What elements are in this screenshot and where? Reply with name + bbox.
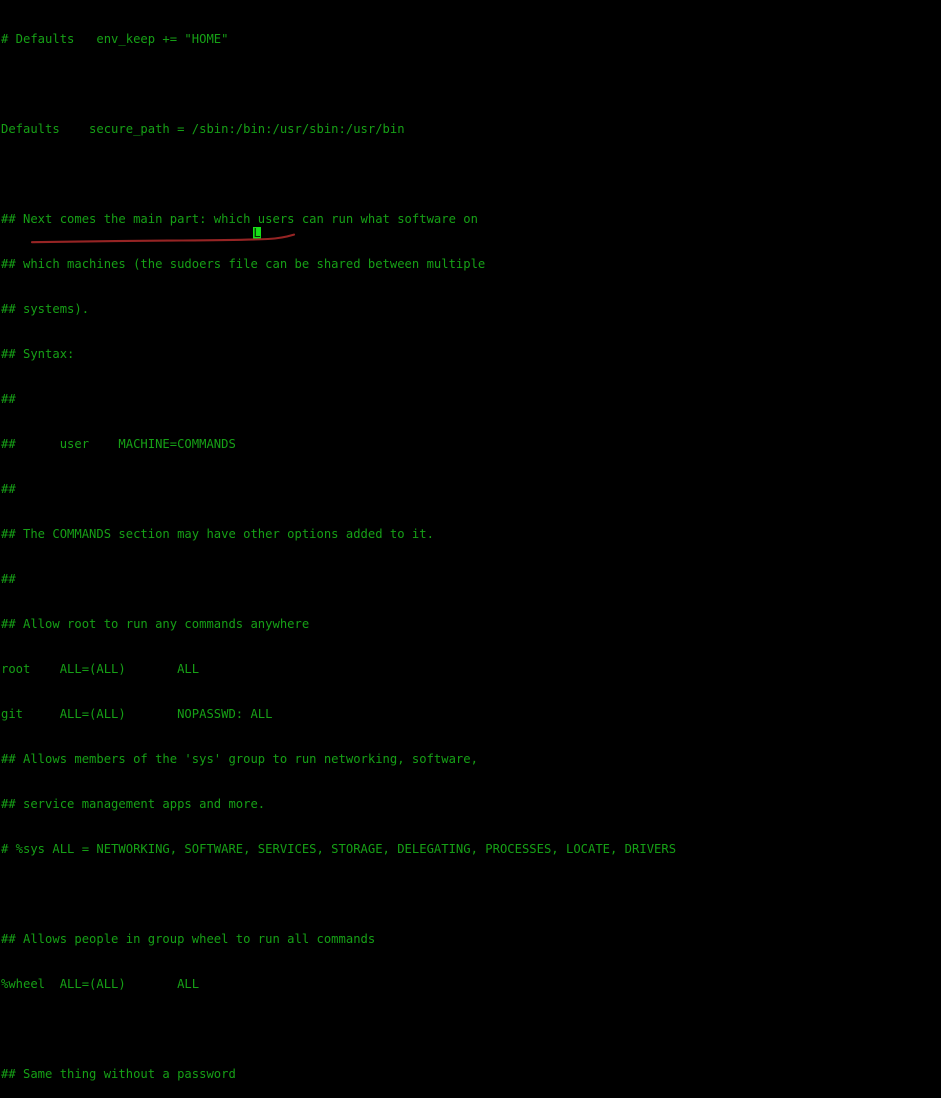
buffer-line: Defaults secure_path = /sbin:/bin:/usr/s…: [1, 122, 405, 136]
buffer-line: ##: [1, 482, 16, 496]
buffer-line: ## systems).: [1, 302, 90, 316]
buffer-line: # Defaults env_keep += "HOME": [1, 32, 229, 46]
buffer-line: # %sys ALL = NETWORKING, SOFTWARE, SERVI…: [1, 842, 677, 856]
buffer-line: ##: [1, 572, 16, 586]
terminal-window[interactable]: # Defaults env_keep += "HOME" Defaults s…: [0, 0, 941, 1081]
buffer-line: ## which machines (the sudoers file can …: [1, 257, 486, 271]
buffer-line: ## Allow root to run any commands anywhe…: [1, 617, 310, 631]
buffer-line: [1, 1022, 941, 1037]
buffer-line: ## user MACHINE=COMMANDS: [1, 437, 236, 451]
buffer-line: [1, 77, 941, 92]
buffer-line: %wheel ALL=(ALL) ALL: [1, 977, 200, 991]
vim-text-buffer[interactable]: # Defaults env_keep += "HOME" Defaults s…: [1, 2, 941, 1098]
buffer-line: ## The COMMANDS section may have other o…: [1, 527, 434, 541]
buffer-line: ## Allows people in group wheel to run a…: [1, 932, 376, 946]
buffer-line: ## Same thing without a password: [1, 1067, 236, 1081]
buffer-line: ## Next comes the main part: which users…: [1, 212, 478, 226]
text-cursor: L: [253, 226, 261, 240]
buffer-line-root-rule: root ALL=(ALL) ALL: [1, 662, 200, 676]
buffer-line: [1, 167, 941, 182]
buffer-line-git-rule: git ALL=(ALL) NOPASSWD: ALL: [1, 707, 273, 721]
buffer-line: [1, 887, 941, 902]
buffer-line: ## Syntax:: [1, 347, 75, 361]
buffer-line: ## Allows members of the 'sys' group to …: [1, 752, 478, 766]
buffer-line: ##: [1, 392, 16, 406]
buffer-line: ## service management apps and more.: [1, 797, 266, 811]
